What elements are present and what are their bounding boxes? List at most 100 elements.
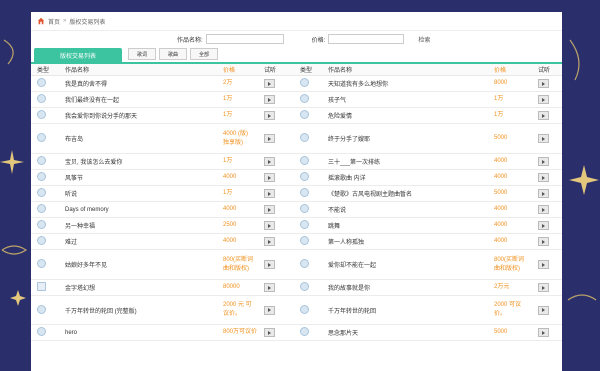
breadcrumb-current: 版权交易列表 xyxy=(69,19,106,26)
play-icon[interactable] xyxy=(538,157,549,166)
play-icon[interactable] xyxy=(264,260,275,269)
work-name[interactable]: 另一种幸福 xyxy=(59,217,217,234)
filter-lyrics-button[interactable]: 歌词 xyxy=(128,48,156,60)
disc-icon xyxy=(37,172,46,181)
type-cell xyxy=(294,123,322,154)
play-icon[interactable] xyxy=(264,173,275,182)
work-name[interactable]: 金字塔幻想 xyxy=(59,279,217,296)
search-button[interactable]: 检索 xyxy=(418,35,430,44)
work-name[interactable]: 爱你却不能在一起 xyxy=(322,249,488,280)
col-name-left: 作品名称 xyxy=(59,64,217,76)
work-name[interactable]: 千万年转世的轮回 (完整版) xyxy=(59,295,217,325)
table-row: 难过 4000 第一人称孤独 4000 xyxy=(31,233,562,250)
work-name[interactable]: 危险爱情 xyxy=(322,107,488,124)
home-icon[interactable] xyxy=(37,17,45,25)
play-icon[interactable] xyxy=(538,134,549,143)
disc-icon xyxy=(37,188,46,197)
type-cell xyxy=(294,279,322,296)
audition-cell xyxy=(258,279,294,296)
play-icon[interactable] xyxy=(538,305,549,315)
play-icon[interactable] xyxy=(538,95,549,104)
disc-icon xyxy=(37,156,46,165)
disc-icon xyxy=(300,94,309,103)
play-icon[interactable] xyxy=(264,283,275,292)
work-name[interactable]: 听说 xyxy=(59,185,217,202)
price-cell: 80000 xyxy=(217,279,258,296)
filter-songs-button[interactable]: 歌曲 xyxy=(159,48,187,60)
work-name[interactable]: 三十___第一次排练 xyxy=(322,153,488,170)
type-cell xyxy=(294,185,322,202)
work-name[interactable]: 不能说 xyxy=(322,201,488,218)
work-name[interactable]: 思念那片天 xyxy=(322,324,488,341)
price-cell: 1万 xyxy=(217,185,258,202)
disc-icon xyxy=(300,259,309,268)
work-name[interactable]: 我是真的舍不得 xyxy=(59,75,217,92)
table-row: 风筝节 4000 摇滚歌曲 内详 4000 xyxy=(31,169,562,186)
play-icon[interactable] xyxy=(538,328,549,337)
work-name[interactable]: 孩子气 xyxy=(322,91,488,108)
work-name[interactable]: 宝贝, 我该怎么去爱你 xyxy=(59,153,217,170)
disc-icon xyxy=(300,78,309,87)
work-name[interactable]: 我们最终没有在一起 xyxy=(59,91,217,108)
breadcrumb-home[interactable]: 首页 xyxy=(48,17,60,26)
audition-cell xyxy=(258,153,294,170)
audition-cell xyxy=(532,279,562,296)
work-name[interactable]: 摇滚歌曲 内详 xyxy=(322,169,488,186)
title-search-label: 作品名称: xyxy=(177,37,203,44)
play-icon[interactable] xyxy=(264,237,275,246)
type-cell xyxy=(294,107,322,124)
work-name[interactable]: 第一人称孤独 xyxy=(322,233,488,250)
play-icon[interactable] xyxy=(538,221,549,230)
price-cell: 5000 xyxy=(488,123,532,154)
work-name[interactable]: hero xyxy=(59,324,217,341)
filter-all-button[interactable]: 全部 xyxy=(190,48,218,60)
play-icon[interactable] xyxy=(538,237,549,246)
price-cell: 4000 xyxy=(217,169,258,186)
work-name[interactable]: 《楚歌》古风电视剧主题曲暂名 xyxy=(322,185,488,202)
play-icon[interactable] xyxy=(538,173,549,182)
title-search-input[interactable] xyxy=(205,34,284,44)
work-name[interactable]: 布吉岛 xyxy=(59,123,217,154)
play-icon[interactable] xyxy=(538,283,549,292)
price-cell: 1万 xyxy=(217,107,258,124)
table-row: hero 800万可议价 思念那片天 5000 xyxy=(31,324,562,341)
work-name[interactable]: 我会爱你到你说分手的那天 xyxy=(59,107,217,124)
table-header-row: 类型 作品名称 价格 试听 类型 作品名称 价格 试听 xyxy=(31,64,562,76)
price-search-label: 价格: xyxy=(311,37,326,44)
type-cell xyxy=(31,279,59,296)
table-row: 金字塔幻想 80000 我的故事就是你 2万元 xyxy=(31,279,562,296)
work-name[interactable]: Days of memory xyxy=(59,201,217,218)
play-icon[interactable] xyxy=(538,260,549,269)
disc-icon xyxy=(37,220,46,229)
price-cell: 8000 xyxy=(488,75,532,92)
type-cell xyxy=(31,295,59,325)
play-icon[interactable] xyxy=(538,111,549,120)
price-cell: 4000 xyxy=(488,169,532,186)
play-icon[interactable] xyxy=(264,79,275,88)
work-name[interactable]: 天知道我有多么地想你 xyxy=(322,75,488,92)
work-name[interactable]: 我的故事就是你 xyxy=(322,279,488,296)
tab-copyright-list[interactable]: 版权交易列表 xyxy=(34,48,122,62)
play-icon[interactable] xyxy=(538,79,549,88)
play-icon[interactable] xyxy=(264,305,275,315)
work-name[interactable]: 跳舞 xyxy=(322,217,488,234)
play-icon[interactable] xyxy=(264,157,275,166)
col-price-left: 价格 xyxy=(217,64,258,76)
play-icon[interactable] xyxy=(264,111,275,120)
play-icon[interactable] xyxy=(264,189,275,198)
play-icon[interactable] xyxy=(264,205,275,214)
price-cell: 1万 xyxy=(488,107,532,124)
work-name[interactable]: 风筝节 xyxy=(59,169,217,186)
work-name[interactable]: 千万年转世的轮回 xyxy=(322,295,488,325)
play-icon[interactable] xyxy=(264,328,275,337)
work-name[interactable]: 难过 xyxy=(59,233,217,250)
play-icon[interactable] xyxy=(538,205,549,214)
play-icon[interactable] xyxy=(264,134,275,143)
audition-cell xyxy=(532,123,562,154)
price-search-input[interactable] xyxy=(328,34,405,44)
play-icon[interactable] xyxy=(264,221,275,230)
work-name[interactable]: 终于分手了嫂耶 xyxy=(322,123,488,154)
work-name[interactable]: 姑娘好多年不见 xyxy=(59,249,217,280)
play-icon[interactable] xyxy=(538,189,549,198)
play-icon[interactable] xyxy=(264,95,275,104)
